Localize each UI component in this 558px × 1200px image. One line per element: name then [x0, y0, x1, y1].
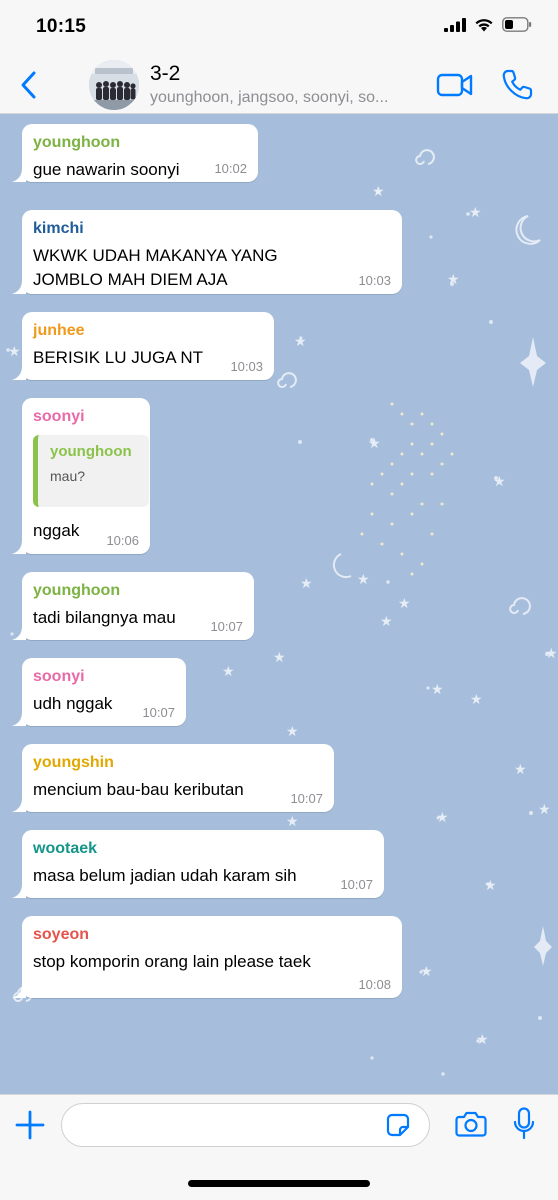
bubble-tail — [12, 168, 26, 182]
message-text: WKWK UDAH MAKANYA YANG JOMBLO MAH DIEM A… — [33, 246, 278, 289]
status-time: 10:15 — [36, 16, 87, 37]
bubble-tail — [12, 884, 26, 898]
sender-name[interactable]: younghoon — [33, 581, 242, 601]
sender-name[interactable]: soonyi — [33, 407, 138, 427]
chat-title[interactable]: 3-2 — [150, 62, 180, 86]
message-bubble[interactable]: junhee BERISIK LU JUGA NT 10:03 — [12, 312, 274, 380]
chevron-left-icon[interactable] — [18, 70, 40, 100]
message-time: 10:08 — [358, 977, 391, 992]
message-text: stop komporin orang lain please taek — [33, 952, 311, 971]
message-text: masa belum jadian udah karam sih — [33, 866, 297, 885]
message-bubble[interactable]: youngshin mencium bau-bau keributan 10:0… — [12, 744, 334, 812]
phone-icon[interactable] — [500, 68, 534, 102]
sticker-icon[interactable] — [386, 1113, 410, 1137]
svg-text:★: ★ — [273, 650, 286, 666]
microphone-icon[interactable] — [513, 1107, 535, 1141]
message-time: 10:03 — [358, 273, 391, 288]
message-time: 10:06 — [106, 533, 139, 548]
bubble-tail — [12, 366, 26, 380]
bubble-tail — [12, 712, 26, 726]
video-camera-icon[interactable] — [436, 70, 474, 100]
chat-members[interactable]: younghoon, jangsoo, soonyi, so... — [150, 89, 420, 107]
svg-text:★: ★ — [357, 572, 370, 588]
status-bar: 10:15 — [0, 0, 558, 56]
svg-text:★: ★ — [398, 596, 411, 612]
svg-text:★: ★ — [447, 272, 460, 288]
bubble-tail — [12, 540, 26, 554]
home-indicator — [188, 1180, 370, 1187]
message-time: 10:07 — [340, 877, 373, 892]
svg-text:★: ★ — [300, 576, 313, 592]
message-time: 10:02 — [214, 161, 247, 176]
message-time: 10:03 — [230, 359, 263, 374]
sender-name[interactable]: junhee — [33, 321, 262, 341]
message-composer — [0, 1094, 558, 1200]
message-bubble[interactable]: kimchi WKWK UDAH MAKANYA YANG JOMBLO MAH… — [12, 210, 402, 294]
sender-name[interactable]: younghoon — [33, 133, 246, 153]
camera-icon[interactable] — [455, 1110, 487, 1138]
svg-text:★: ★ — [484, 878, 497, 894]
group-avatar[interactable] — [89, 60, 139, 110]
message-bubble[interactable]: soonyi younghoon mau? nggak 10:06 — [12, 398, 150, 554]
svg-text:★: ★ — [286, 724, 299, 740]
message-time: 10:07 — [142, 705, 175, 720]
bubble-tail — [12, 984, 26, 998]
group-photo — [89, 60, 139, 110]
reply-quote[interactable]: younghoon mau? — [33, 435, 149, 507]
message-bubble[interactable]: soyeon stop komporin orang lain please t… — [12, 916, 402, 998]
sender-name[interactable]: wootaek — [33, 839, 372, 859]
svg-text:★: ★ — [286, 814, 299, 830]
status-icons — [444, 17, 532, 32]
message-bubble[interactable]: younghoon tadi bilangnya mau 10:07 — [12, 572, 254, 640]
message-bubble[interactable]: younghoon gue nawarin soonyi 10:02 — [12, 124, 258, 182]
sender-name[interactable]: soonyi — [33, 667, 174, 687]
svg-text:★: ★ — [493, 474, 506, 490]
signal-icon — [444, 17, 466, 32]
svg-text:★: ★ — [431, 682, 444, 698]
message-time: 10:07 — [290, 791, 323, 806]
svg-text:★: ★ — [420, 964, 433, 980]
svg-text:★: ★ — [538, 802, 551, 818]
sender-name[interactable]: soyeon — [33, 925, 390, 945]
svg-text:★: ★ — [470, 692, 483, 708]
bubble-tail — [12, 280, 26, 294]
plus-icon[interactable] — [14, 1109, 46, 1141]
reply-sender: younghoon — [50, 443, 132, 460]
sender-name[interactable]: kimchi — [33, 219, 390, 239]
message-text: mencium bau-bau keributan — [33, 780, 244, 799]
wifi-icon — [475, 19, 493, 32]
svg-text:★: ★ — [222, 664, 235, 680]
chat-header: 3-2 younghoon, jangsoo, soonyi, so... — [0, 56, 558, 114]
reply-text: mau? — [50, 468, 86, 484]
svg-text:★: ★ — [294, 334, 307, 350]
svg-text:★: ★ — [514, 762, 527, 778]
svg-text:★: ★ — [545, 646, 558, 662]
chat-area[interactable]: ★ ★ ★ ★ ★ ★ ★ ★ ★ ★ ★ ★ ★ ★ ★ ★ ★ ★ ★ ★ ★ ★ ★ ★ younghoo… — [0, 114, 558, 1094]
svg-text:★: ★ — [380, 614, 393, 630]
svg-text:★: ★ — [368, 436, 381, 452]
message-bubble[interactable]: soonyi udh nggak 10:07 — [12, 658, 186, 726]
message-input[interactable] — [61, 1103, 430, 1147]
svg-text:★: ★ — [436, 810, 449, 826]
svg-text:★: ★ — [372, 184, 385, 200]
svg-text:★: ★ — [469, 205, 482, 221]
svg-text:★: ★ — [476, 1032, 489, 1048]
message-bubble[interactable]: wootaek masa belum jadian udah karam sih… — [12, 830, 384, 898]
message-text: BERISIK LU JUGA NT — [33, 348, 204, 367]
battery-icon — [502, 17, 532, 32]
bubble-tail — [12, 626, 26, 640]
svg-text:★: ★ — [8, 344, 21, 360]
sender-name[interactable]: youngshin — [33, 753, 322, 773]
message-time: 10:07 — [210, 619, 243, 634]
bubble-tail — [12, 798, 26, 812]
